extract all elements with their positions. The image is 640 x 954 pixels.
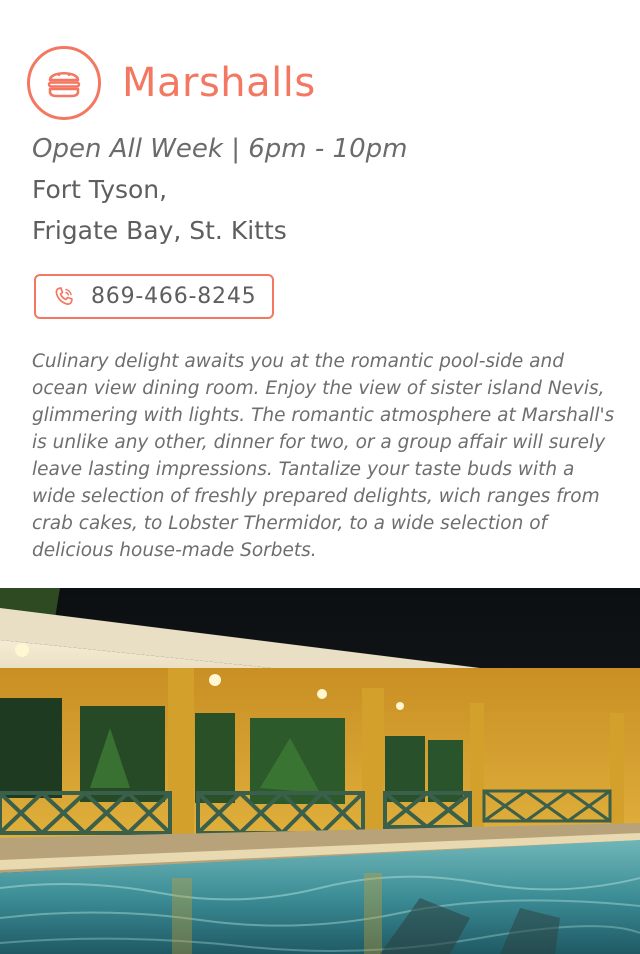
restaurant-description: Culinary delight awaits you at the roman… bbox=[32, 351, 615, 561]
phone-icon bbox=[55, 286, 73, 305]
phone-number: 869-466-8245 bbox=[91, 284, 257, 309]
restaurant-header: Marshalls bbox=[27, 46, 316, 120]
opening-hours: Open All Week | 6pm - 10pm bbox=[32, 134, 408, 164]
restaurant-logo bbox=[27, 46, 101, 120]
restaurant-photo bbox=[0, 588, 640, 954]
address-line-1: Fort Tyson, bbox=[32, 175, 168, 204]
call-phone-button[interactable]: 869-466-8245 bbox=[34, 274, 274, 319]
restaurant-name: Marshalls bbox=[122, 60, 316, 106]
poolside-dining-image bbox=[0, 588, 640, 954]
address-line-2: Frigate Bay, St. Kitts bbox=[32, 216, 287, 245]
burger-icon bbox=[47, 71, 81, 98]
